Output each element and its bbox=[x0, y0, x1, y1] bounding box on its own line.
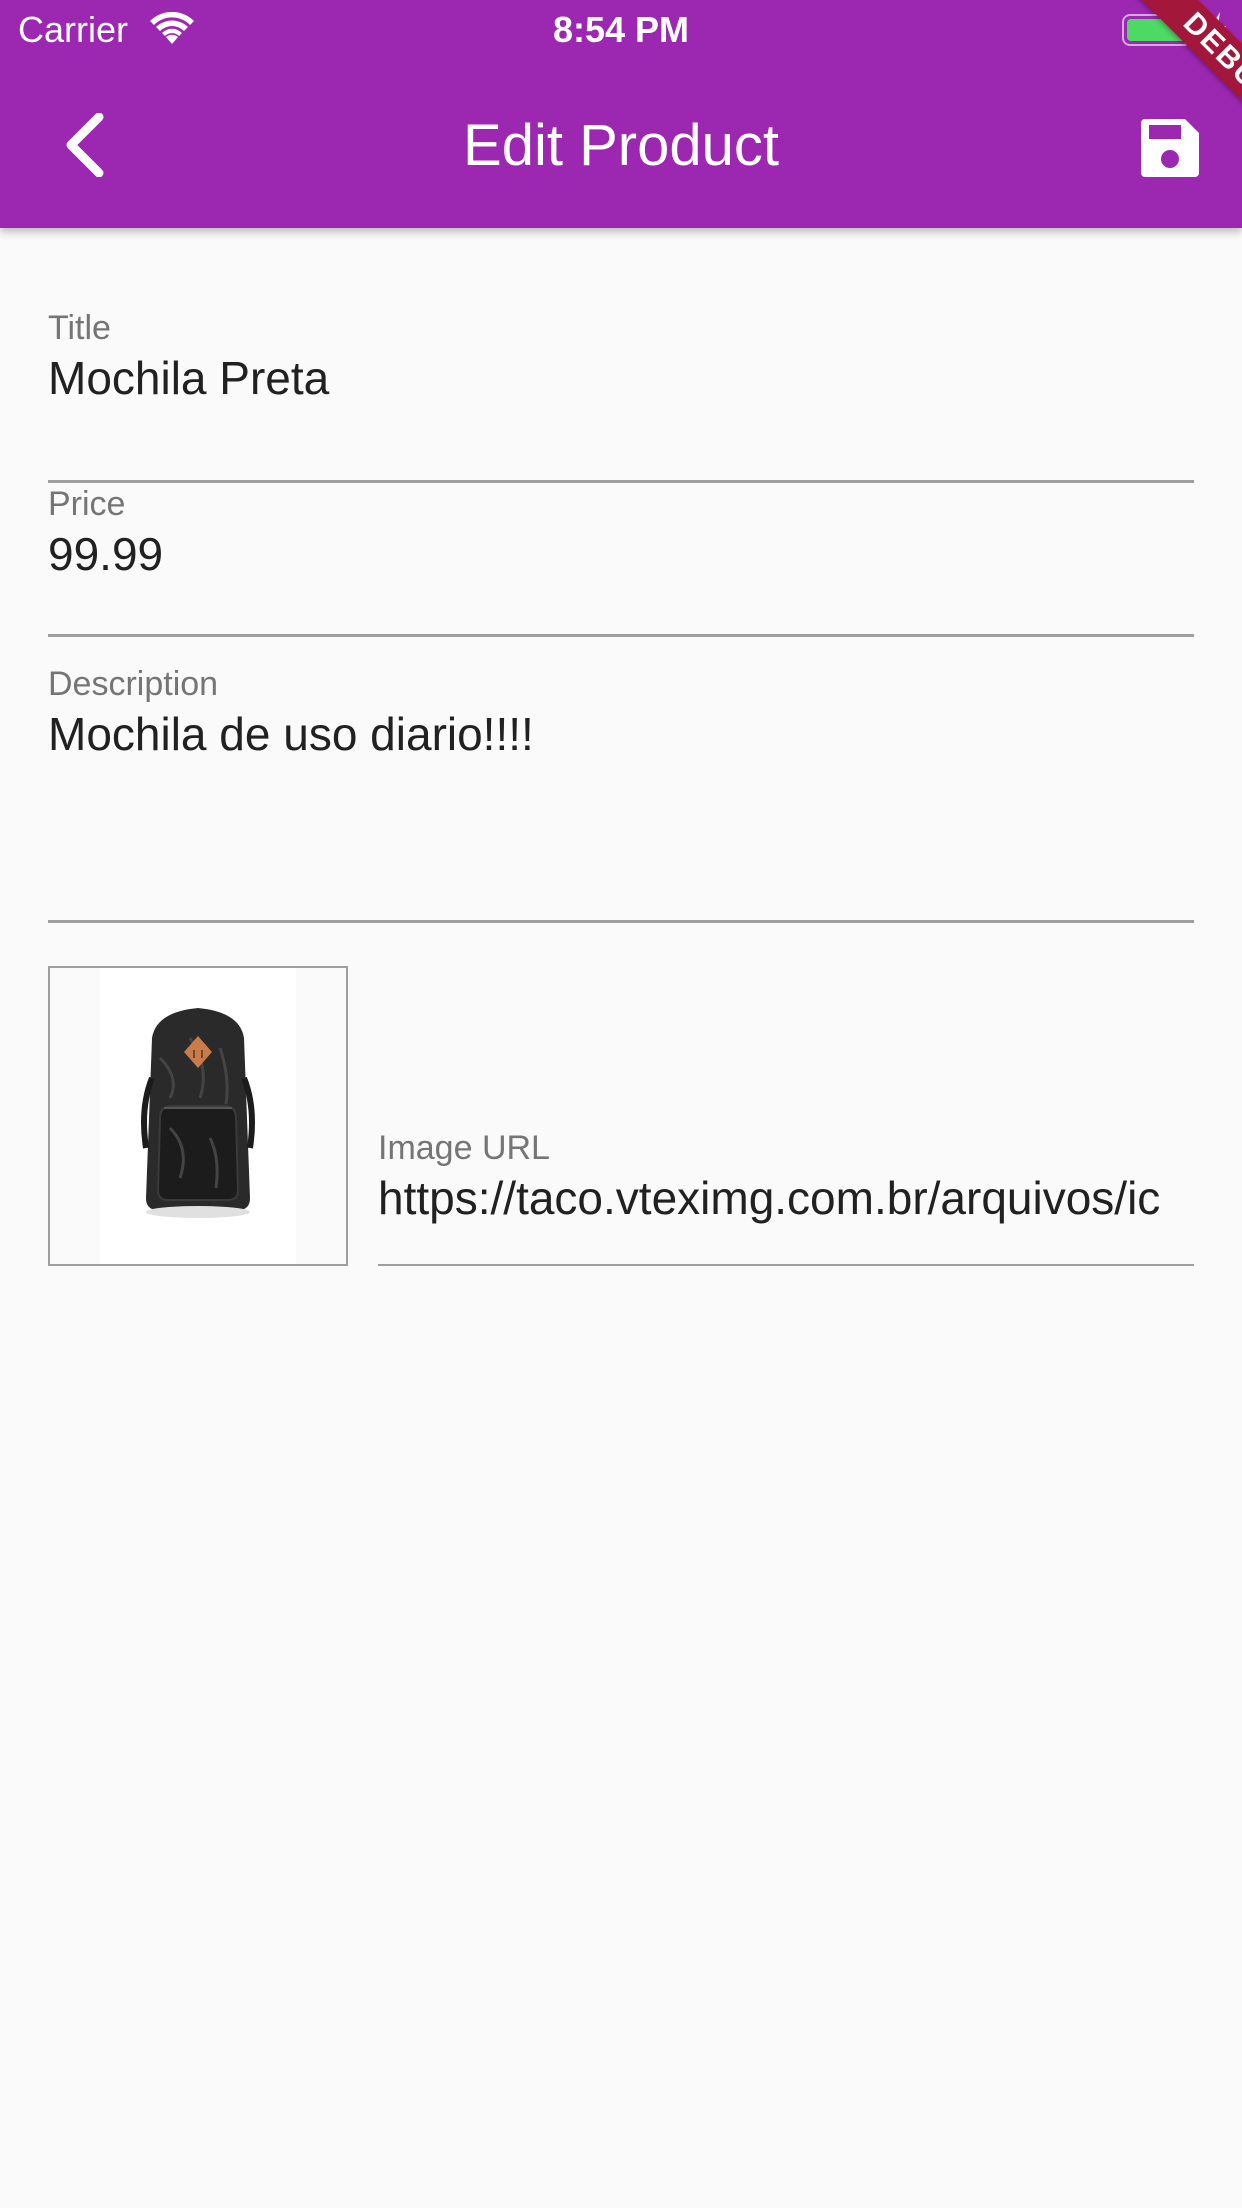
status-bar: Carrier 8:54 PM bbox=[0, 0, 1242, 60]
image-preview bbox=[48, 966, 348, 1266]
price-field-label: Price bbox=[48, 485, 126, 523]
product-image bbox=[100, 968, 296, 1264]
image-url-field[interactable]: Image URL https://taco.vteximg.com.br/ar… bbox=[378, 1128, 1194, 1266]
image-url-field-value[interactable]: https://taco.vteximg.com.br/arquivos/ic bbox=[378, 1170, 1160, 1226]
backpack-image bbox=[141, 1008, 255, 1218]
save-button[interactable] bbox=[1130, 108, 1210, 188]
description-field-value[interactable]: Mochila de uso diario!!!! bbox=[48, 706, 534, 762]
image-url-field-label: Image URL bbox=[378, 1129, 550, 1167]
status-time: 8:54 PM bbox=[552, 9, 690, 50]
page-title: Edit Product bbox=[463, 113, 779, 178]
title-field-value[interactable]: Mochila Preta bbox=[48, 350, 329, 406]
save-floppy-icon bbox=[1141, 119, 1199, 177]
description-field-label: Description bbox=[48, 665, 219, 703]
price-field-value[interactable]: 99.99 bbox=[48, 526, 163, 582]
price-field[interactable]: Price 99.99 bbox=[48, 484, 1194, 637]
app-bar: Carrier 8:54 PM Edit Product DEBUG bbox=[0, 0, 1242, 228]
description-field[interactable]: Description Mochila de uso diario!!!! bbox=[48, 664, 1194, 923]
title-field-label: Title bbox=[48, 309, 111, 347]
title-field[interactable]: Title Mochila Preta bbox=[48, 308, 1194, 483]
